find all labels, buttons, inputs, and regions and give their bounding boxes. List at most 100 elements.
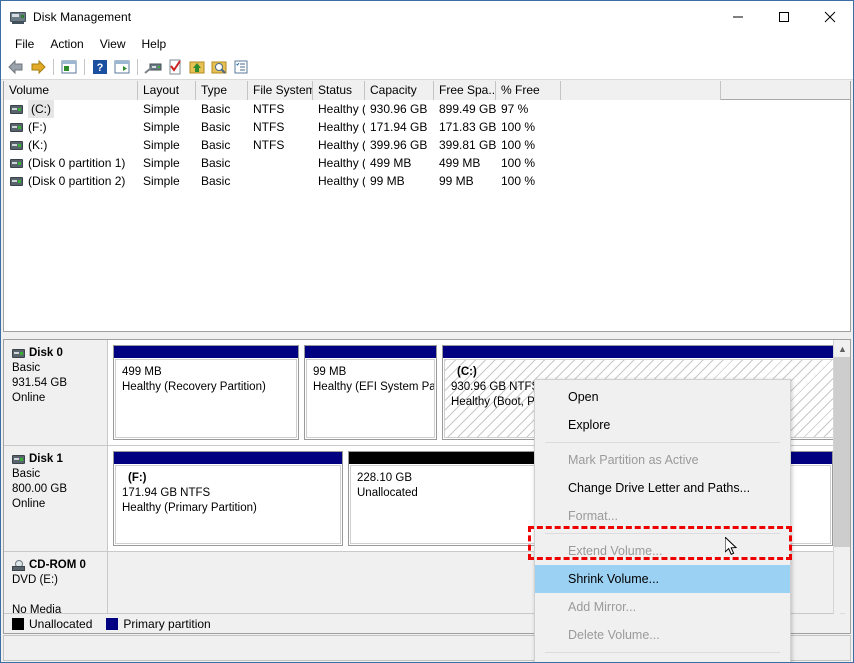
disk-state: Online [12, 391, 107, 406]
column-header-status[interactable]: Status [313, 81, 365, 100]
context-menu-item-shrink-volume[interactable]: Shrink Volume... [535, 565, 790, 593]
cell-pctfree: 100 % [496, 172, 561, 190]
cell-free: 499 MB [434, 154, 496, 172]
column-header-free-spa[interactable]: Free Spa... [434, 81, 496, 100]
partition-color-bar [305, 346, 436, 358]
column-header-type[interactable]: Type [196, 81, 248, 100]
disk-type: Basic [12, 361, 107, 376]
menu-action[interactable]: Action [42, 35, 91, 53]
disk-info-panel[interactable]: CD-ROM 0DVD (E:) No Media [4, 552, 108, 613]
cell-fs [248, 154, 313, 172]
menu-file[interactable]: File [7, 35, 42, 53]
minimize-icon[interactable] [715, 1, 761, 32]
cell-capacity: 99 MB [365, 172, 434, 190]
disk-icon [12, 455, 25, 464]
partition-block[interactable]: (F:)171.94 GB NTFSHealthy (Primary Parti… [113, 451, 343, 546]
menu-help[interactable]: Help [134, 35, 175, 53]
back-icon[interactable] [5, 56, 27, 78]
search-disks-icon[interactable] [208, 56, 230, 78]
properties-icon[interactable] [164, 56, 186, 78]
partition-details: 499 MBHealthy (Recovery Partition) [115, 359, 297, 438]
disk-icon [12, 349, 25, 358]
partition-block[interactable]: 499 MBHealthy (Recovery Partition) [113, 345, 299, 440]
disk-info-panel[interactable]: Disk 0Basic931.54 GBOnline [4, 340, 108, 445]
window-controls [715, 1, 853, 32]
column-header-layout[interactable]: Layout [138, 81, 196, 100]
partition-size: 499 MB [122, 365, 296, 380]
cell-volume: (C:) [4, 100, 138, 118]
cell-fs: NTFS [248, 118, 313, 136]
list-view-icon[interactable] [230, 56, 252, 78]
volume-list-header: VolumeLayoutTypeFile SystemStatusCapacit… [4, 81, 850, 100]
cell-fs [248, 172, 313, 190]
volume-label: (K:) [28, 136, 47, 154]
table-row[interactable]: (C:)SimpleBasicNTFSHealthy (B...930.96 G… [4, 100, 850, 118]
window-title: Disk Management [33, 10, 131, 24]
toolbar-separator [84, 59, 85, 75]
volume-drive-icon [10, 141, 23, 150]
partition-label: (C:) [451, 365, 834, 380]
volume-label: (Disk 0 partition 2) [28, 172, 125, 190]
cell-volume: (F:) [4, 118, 138, 136]
cell-status: Healthy (P... [313, 136, 365, 154]
context-menu-item-explore[interactable]: Explore [535, 411, 790, 439]
cell-pctfree: 97 % [496, 100, 561, 118]
cell-volume: (Disk 0 partition 2) [4, 172, 138, 190]
menu-separator [545, 442, 780, 443]
context-menu-item-properties[interactable]: Properties [535, 656, 790, 663]
disk-name: CD-ROM 0 [12, 558, 107, 573]
forward-icon[interactable] [27, 56, 49, 78]
column-header-volume[interactable]: Volume [4, 81, 138, 100]
close-icon[interactable] [807, 1, 853, 32]
menu-separator [545, 533, 780, 534]
volume-label: (Disk 0 partition 1) [28, 154, 125, 172]
menu-separator [545, 652, 780, 653]
column-header-file-system[interactable]: File System [248, 81, 313, 100]
column-header-blank[interactable] [561, 81, 721, 100]
graphical-view-scrollbar[interactable]: ▲ ▼ [833, 340, 850, 624]
volume-list-pane: VolumeLayoutTypeFile SystemStatusCapacit… [3, 81, 851, 332]
scrollbar-thumb[interactable] [834, 357, 851, 547]
rescan-disks-icon[interactable] [142, 56, 164, 78]
disk-state: Online [12, 497, 107, 512]
show-hide-console-tree-icon[interactable] [111, 56, 133, 78]
legend-item: Primary partition [106, 617, 210, 631]
create-volume-icon[interactable] [186, 56, 208, 78]
disk-name: Disk 0 [12, 346, 107, 361]
table-row[interactable]: (K:)SimpleBasicNTFSHealthy (P...399.96 G… [4, 136, 850, 154]
column-header-capacity[interactable]: Capacity [365, 81, 434, 100]
cell-free: 399.81 GB [434, 136, 496, 154]
context-menu-item-change-drive-letter-and-paths[interactable]: Change Drive Letter and Paths... [535, 474, 790, 502]
table-row[interactable]: (F:)SimpleBasicNTFSHealthy (P...171.94 G… [4, 118, 850, 136]
cell-fs: NTFS [248, 136, 313, 154]
maximize-icon[interactable] [761, 1, 807, 32]
cell-layout: Simple [138, 118, 196, 136]
cell-layout: Simple [138, 172, 196, 190]
disk-size: 931.54 GB [12, 376, 107, 391]
cell-type: Basic [196, 154, 248, 172]
cell-type: Basic [196, 100, 248, 118]
cell-capacity: 499 MB [365, 154, 434, 172]
partition-block[interactable]: 99 MBHealthy (EFI System Pa [304, 345, 437, 440]
menu-view[interactable]: View [92, 35, 134, 53]
context-menu-item-format: Format... [535, 502, 790, 530]
cell-capacity: 399.96 GB [365, 136, 434, 154]
volume-label: (C:) [28, 100, 54, 118]
context-menu-item-open[interactable]: Open [535, 383, 790, 411]
scroll-up-arrow[interactable]: ▲ [834, 340, 851, 357]
table-row[interactable]: (Disk 0 partition 1)SimpleBasicHealthy (… [4, 154, 850, 172]
table-row[interactable]: (Disk 0 partition 2)SimpleBasicHealthy (… [4, 172, 850, 190]
partition-status: Healthy (Recovery Partition) [122, 380, 296, 395]
menu-bar: File Action View Help [1, 33, 853, 54]
help-icon[interactable]: ? [89, 56, 111, 78]
pane-splitter[interactable] [3, 332, 851, 339]
disk-management-window: Disk Management File Action View Help [0, 0, 854, 663]
cell-volume: (Disk 0 partition 1) [4, 154, 138, 172]
up-one-level-icon[interactable] [58, 56, 80, 78]
column-header-free[interactable]: % Free [496, 81, 561, 100]
volume-drive-icon [10, 159, 23, 168]
disk-info-panel[interactable]: Disk 1Basic800.00 GBOnline [4, 446, 108, 551]
cell-status: Healthy (R... [313, 154, 365, 172]
context-menu-item-delete-volume: Delete Volume... [535, 621, 790, 649]
volume-drive-icon [10, 123, 23, 132]
